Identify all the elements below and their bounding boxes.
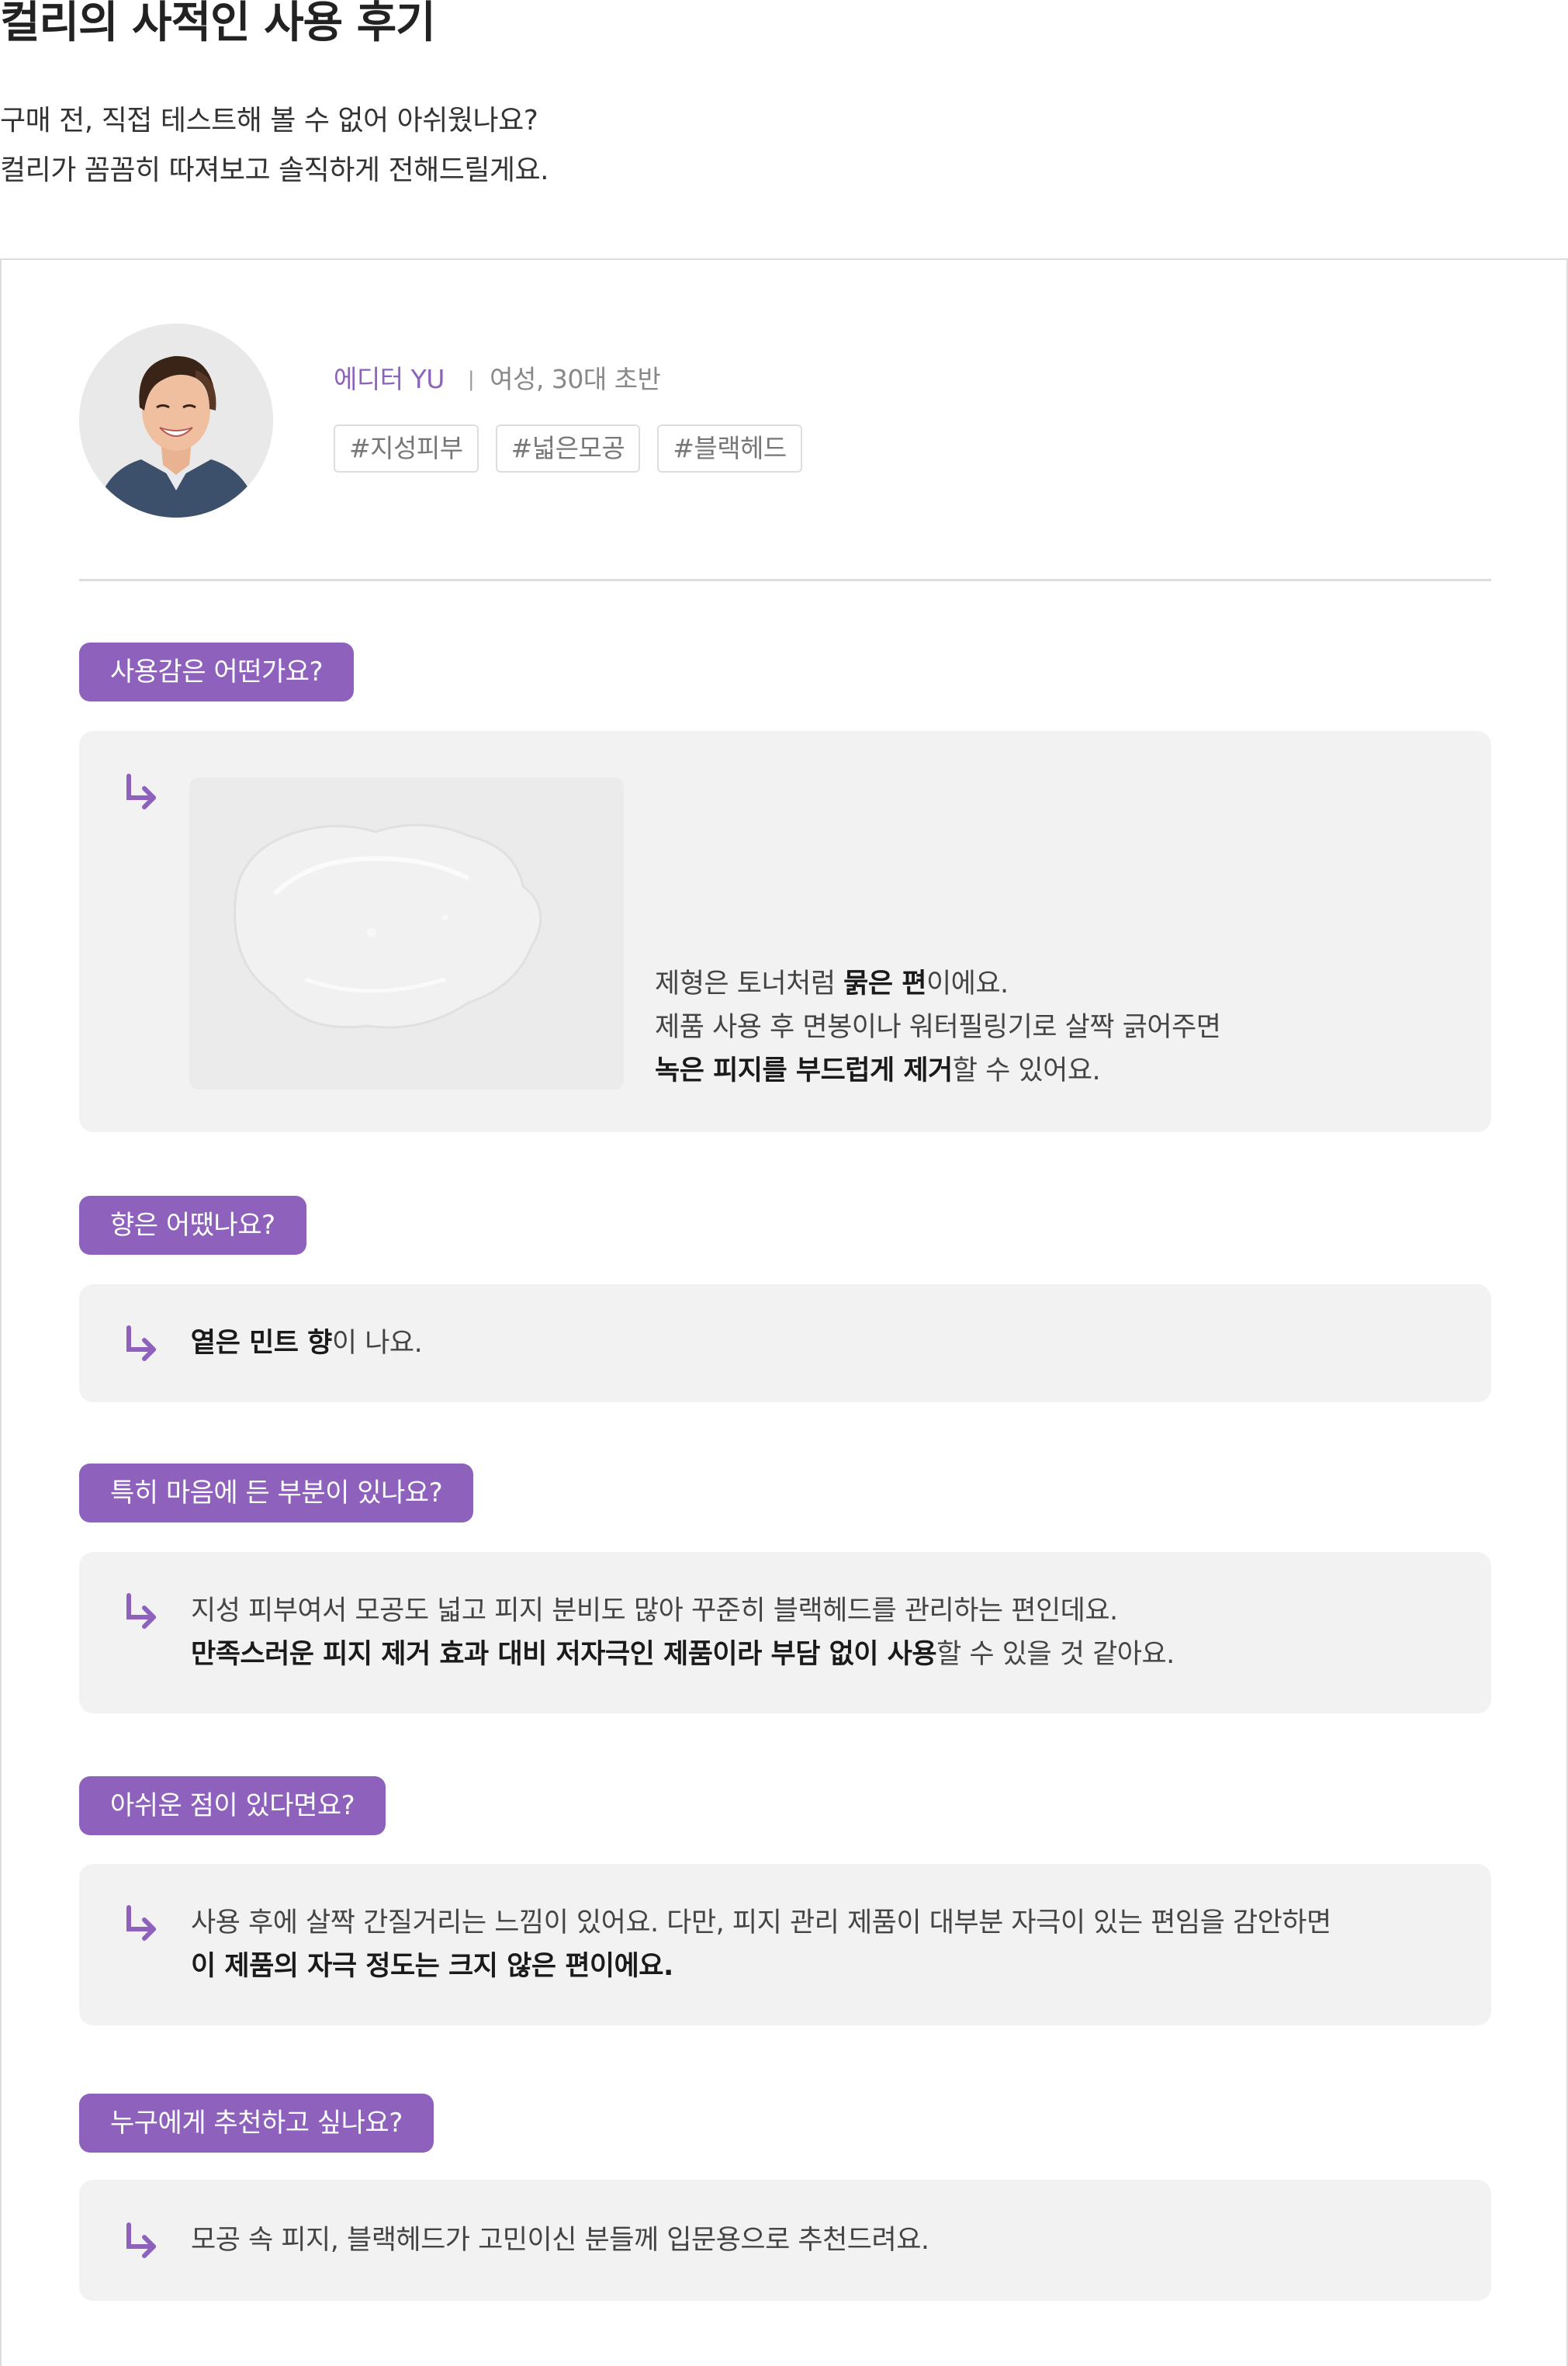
tag-wide-pores: #넓은모공 xyxy=(495,424,641,473)
answer-box: 제형은 토너처럼 묽은 편이에요. 제품 사용 후 면봉이나 워터필링기로 살짝… xyxy=(79,731,1491,1132)
answer-line: 옅은 민트 향이 나요. xyxy=(191,1322,423,1365)
answer-highlight: 만족스러운 피지 제거 효과 대비 저자극인 제품이라 부담 없이 사용 xyxy=(191,1639,937,1670)
answer-line: 제품 사용 후 면봉이나 워터필링기로 살짝 긁어주면 xyxy=(655,1006,1221,1049)
answer-highlight: 이 제품의 자극 정도는 크지 않은 편이에요. xyxy=(191,1951,673,1982)
answer-line: 제형은 토너처럼 묽은 편이에요. xyxy=(655,962,1220,1006)
answer-highlight: 묽은 편 xyxy=(843,968,926,999)
answer-segment: 할 수 있을 것 같아요. xyxy=(936,1639,1175,1670)
arrow-down-right-icon xyxy=(119,2220,161,2262)
tag-blackheads: #블랙헤드 xyxy=(657,424,802,473)
arrow-down-right-icon xyxy=(119,1903,161,1945)
tag-oily-skin: #지성피부 xyxy=(334,424,479,473)
answer-text: 제형은 토너처럼 묽은 편이에요. 제품 사용 후 면봉이나 워터필링기로 살짝… xyxy=(655,962,1221,1093)
answer-segment: 이에요. xyxy=(926,968,1009,999)
answer-segment: 사용 후에 살짝 간질거리는 느낌이 있어요. 다만, 피지 관리 제품이 대부… xyxy=(191,1907,1331,1938)
arrow-down-right-icon xyxy=(119,1591,161,1633)
editor-name: 에디터 YU xyxy=(334,364,445,394)
answer-line: 지성 피부여서 모공도 넓고 피지 분비도 많아 꾸준히 블랙헤드를 관리하는 … xyxy=(191,1589,1175,1633)
arrow-down-right-icon xyxy=(119,771,161,813)
review-card: 에디터 YU | 여성, 30대 초반 #지성피부 #넓은모공 #블랙헤드 사용감은… xyxy=(0,258,1568,2366)
editor-avatar xyxy=(79,324,273,518)
answer-line: 사용 후에 살짝 간질거리는 느낌이 있어요. 다만, 피지 관리 제품이 대부… xyxy=(191,1901,1331,1945)
answer-highlight: 옅은 민트 향 xyxy=(191,1328,332,1359)
editor-tags: #지성피부 #넓은모공 #블랙헤드 xyxy=(334,424,802,473)
question-badge: 누구에게 추천하고 싶나요? xyxy=(79,2094,434,2153)
intro-text: 구매 전, 직접 테스트해 볼 수 없어 아쉬웠나요? 컬리가 꼼꼼히 따져보고… xyxy=(0,96,549,196)
answer-segment: 지성 피부여서 모공도 넓고 피지 분비도 많아 꾸준히 블랙헤드를 관리하는 … xyxy=(191,1595,1118,1626)
page-title: 컬리의 사적인 사용 후기 xyxy=(0,0,436,48)
answer-segment: 모공 속 피지, 블랙헤드가 고민이신 분들께 입문용으로 추천드려요. xyxy=(191,2225,929,2256)
answer-segment: 제형은 토너처럼 xyxy=(655,968,844,999)
answer-line: 만족스러운 피지 제거 효과 대비 저자극인 제품이라 부담 없이 사용할 수 … xyxy=(191,1633,1175,1676)
intro-line-2: 컬리가 꼼꼼히 따져보고 솔직하게 전해드릴게요. xyxy=(0,154,549,186)
question-badge: 특히 마음에 든 부분이 있나요? xyxy=(79,1464,474,1522)
answer-text: 사용 후에 살짝 간질거리는 느낌이 있어요. 다만, 피지 관리 제품이 대부… xyxy=(191,1901,1331,1988)
answer-text: 옅은 민트 향이 나요. xyxy=(191,1322,423,1365)
editor-separator: | xyxy=(467,368,475,391)
intro-line-1: 구매 전, 직접 테스트해 볼 수 없어 아쉬웠나요? xyxy=(0,105,538,137)
answer-box: 옅은 민트 향이 나요. xyxy=(79,1284,1491,1402)
product-texture-image xyxy=(189,778,624,1089)
answer-line: 이 제품의 자극 정도는 크지 않은 편이에요. xyxy=(191,1945,1331,1988)
answer-line: 모공 속 피지, 블랙헤드가 고민이신 분들께 입문용으로 추천드려요. xyxy=(191,2219,929,2262)
answer-highlight: 녹은 피지를 부드럽게 제거 xyxy=(655,1055,953,1086)
answer-segment: 할 수 있어요. xyxy=(952,1055,1101,1086)
answer-box: 사용 후에 살짝 간질거리는 느낌이 있어요. 다만, 피지 관리 제품이 대부… xyxy=(79,1864,1491,2025)
question-badge: 사용감은 어떤가요? xyxy=(79,643,355,701)
answer-text: 지성 피부여서 모공도 넓고 피지 분비도 많아 꾸준히 블랙헤드를 관리하는 … xyxy=(191,1589,1175,1676)
arrow-down-right-icon xyxy=(119,1323,161,1365)
answer-segment: 이 나요. xyxy=(331,1328,423,1359)
answer-segment: 제품 사용 후 면봉이나 워터필링기로 살짝 긁어주면 xyxy=(655,1012,1221,1043)
answer-box: 지성 피부여서 모공도 넓고 피지 분비도 많아 꾸준히 블랙헤드를 관리하는 … xyxy=(79,1552,1491,1713)
question-badge: 향은 어땠나요? xyxy=(79,1196,306,1255)
answer-line: 녹은 피지를 부드럽게 제거할 수 있어요. xyxy=(655,1049,1220,1093)
editor-demographics: 여성, 30대 초반 xyxy=(490,364,661,394)
answer-text: 모공 속 피지, 블랙헤드가 고민이신 분들께 입문용으로 추천드려요. xyxy=(191,2219,929,2262)
question-badge: 아쉬운 점이 있다면요? xyxy=(79,1776,386,1835)
answer-box: 모공 속 피지, 블랙헤드가 고민이신 분들께 입문용으로 추천드려요. xyxy=(79,2180,1491,2301)
editor-info-line: 에디터 YU | 여성, 30대 초반 xyxy=(334,362,661,399)
section-divider xyxy=(79,579,1491,581)
